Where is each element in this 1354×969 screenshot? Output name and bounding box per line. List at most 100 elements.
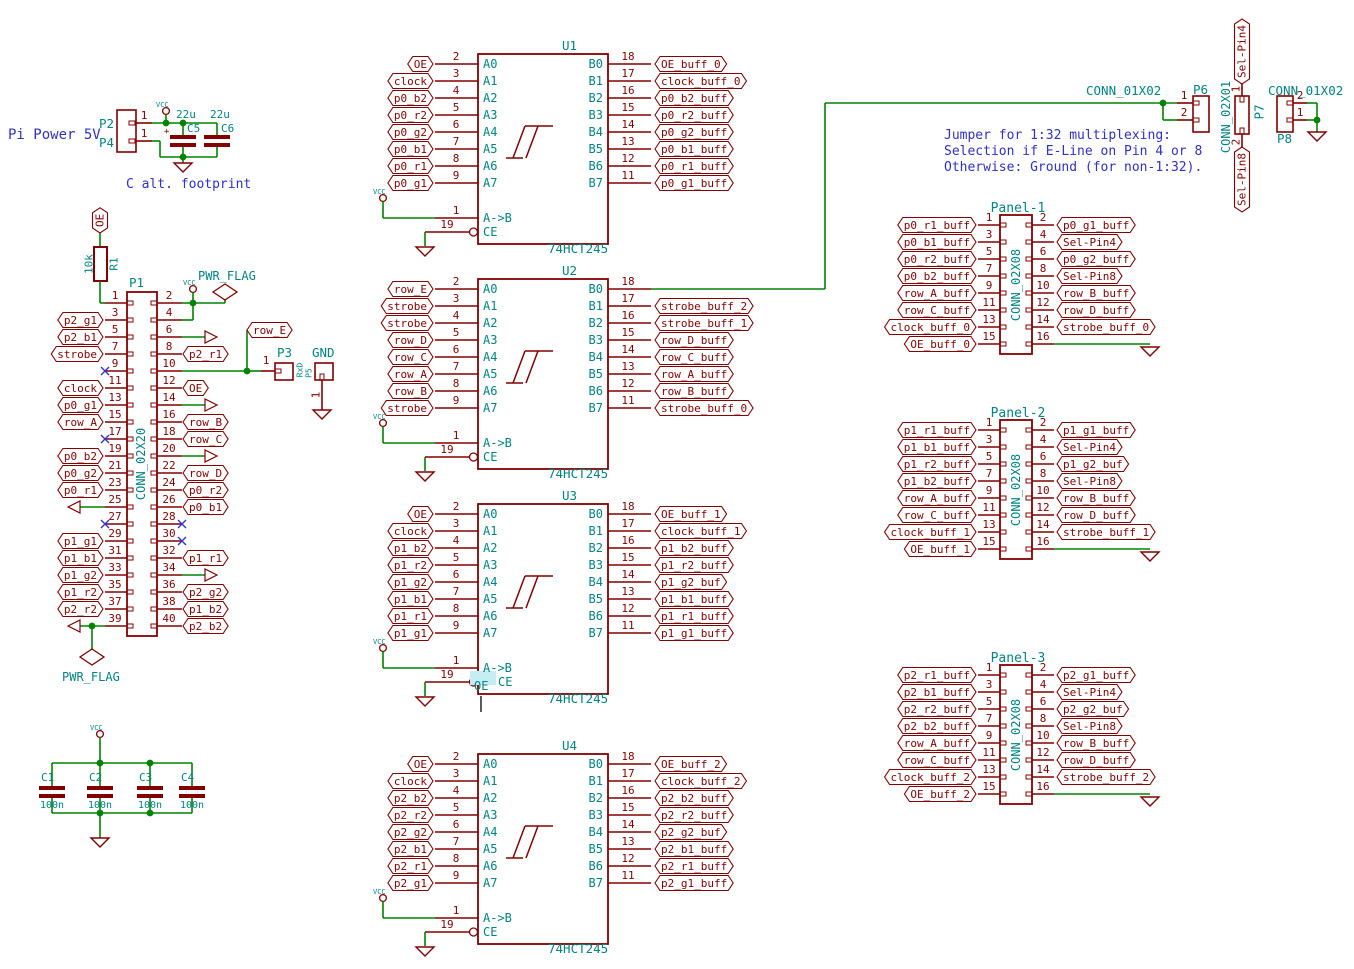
net-label-p2_b2_buff[interactable]: p2_b2_buff	[898, 719, 976, 734]
net-label-p1_b1[interactable]: p1_b1	[58, 551, 103, 566]
ref-p6[interactable]: P6	[1193, 82, 1208, 97]
net-label-clock_buff_2[interactable]: clock_buff_2	[885, 770, 976, 785]
net-label-p2_r1_buff[interactable]: p2_r1_buff	[655, 859, 733, 874]
ref-p2[interactable]: P2	[99, 116, 114, 131]
net-label-p1_r1_buff[interactable]: p1_r1_buff	[898, 423, 976, 438]
net-label-row_A_buff[interactable]: row_A_buff	[898, 491, 976, 506]
net-label-p2_g1_buff[interactable]: p2_g1_buff	[1057, 668, 1135, 683]
net-label-row_D_buff[interactable]: row_D_buff	[1057, 303, 1135, 318]
net-label-strobe[interactable]: strobe	[381, 316, 433, 331]
net-label-strobe[interactable]: strobe	[381, 299, 433, 314]
cap-value[interactable]: 100n	[138, 800, 162, 811]
net-label-p1_g1[interactable]: p1_g1	[388, 626, 433, 641]
net-label-p0_b2[interactable]: p0_b2	[388, 91, 433, 106]
pwr-flag-label[interactable]: PWR_FLAG	[62, 670, 120, 684]
net-label-p0_g2[interactable]: p0_g2	[388, 125, 433, 140]
part-name[interactable]: CONN_02X20	[134, 428, 148, 500]
ref-C1[interactable]: C1	[41, 771, 54, 784]
net-label-strobe[interactable]: strobe	[51, 347, 103, 362]
net-label-p0_r2_buff[interactable]: p0_r2_buff	[898, 252, 976, 267]
net-label-p1_g2_buf[interactable]: p1_g2_buf	[1057, 457, 1129, 472]
ref-p7[interactable]: P7	[1252, 104, 1267, 119]
net-label-row_B_buff[interactable]: row_B_buff	[1057, 736, 1135, 751]
gnd-conn-name[interactable]: GND	[312, 345, 335, 360]
part-name[interactable]: CONN_02X08	[1009, 699, 1023, 771]
ref-U4[interactable]: U4	[562, 738, 577, 753]
net-label-OE_buff_1[interactable]: OE_buff_1	[655, 507, 727, 522]
net-label-p0_g2_buff[interactable]: p0_g2_buff	[1057, 252, 1135, 267]
part-name[interactable]: 74HCT245	[548, 691, 608, 706]
net-label-p1_b2[interactable]: p1_b2	[388, 541, 433, 556]
net-label-Sel-Pin8[interactable]: Sel-Pin8	[1235, 147, 1250, 212]
net-label-p1_r2[interactable]: p1_r2	[388, 558, 433, 573]
net-label-p1_g2[interactable]: p1_g2	[388, 575, 433, 590]
net-label-row_A[interactable]: row_A	[58, 415, 103, 430]
net-label-Sel-Pin8[interactable]: Sel-Pin8	[1057, 474, 1122, 489]
net-label-p1_r1[interactable]: p1_r1	[388, 609, 433, 624]
net-label-p0_g1[interactable]: p0_g1	[58, 398, 103, 413]
net-label-p0_r1_buff[interactable]: p0_r1_buff	[655, 159, 733, 174]
note-pi-power[interactable]: Pi Power 5V	[8, 127, 101, 143]
ref-Panel-3[interactable]: Panel-3	[991, 651, 1046, 666]
net-label-p1_r2_buff[interactable]: p1_r2_buff	[898, 457, 976, 472]
net-label-OE_buff_2[interactable]: OE_buff_2	[655, 757, 727, 772]
ref-U1[interactable]: U1	[562, 38, 577, 53]
net-label-p1_b1[interactable]: p1_b1	[388, 592, 433, 607]
net-label-p0_r1[interactable]: p0_r1	[388, 159, 433, 174]
net-label-p1_b2_buff[interactable]: p1_b2_buff	[898, 474, 976, 489]
net-label-strobe_buff_0[interactable]: strobe_buff_0	[1057, 320, 1155, 335]
cap-value[interactable]: 100n	[88, 800, 112, 811]
net-label-row_A_buff[interactable]: row_A_buff	[898, 286, 976, 301]
net-label-OE_buff_0[interactable]: OE_buff_0	[655, 57, 727, 72]
net-label-OE_buff_2[interactable]: OE_buff_2	[904, 787, 976, 802]
net-label-row_A[interactable]: row_A	[388, 367, 433, 382]
net-label-p1_g2_buf[interactable]: p1_g2_buf	[655, 575, 727, 590]
cap-value[interactable]: 100n	[40, 800, 64, 811]
net-label-row_C_buff[interactable]: row_C_buff	[898, 753, 976, 768]
ref-r1[interactable]: R1	[108, 257, 121, 270]
net-label-p2_r1_buff[interactable]: p2_r1_buff	[898, 668, 976, 683]
ref-c6[interactable]: C6	[221, 122, 234, 135]
net-label-clock_buff_0[interactable]: clock_buff_0	[655, 74, 746, 89]
net-label-strobe_buff_0[interactable]: strobe_buff_0	[655, 401, 753, 416]
net-label-strobe[interactable]: strobe	[381, 401, 433, 416]
net-label-OE[interactable]: OE	[408, 507, 433, 522]
net-label-p0_r2[interactable]: p0_r2	[388, 108, 433, 123]
ref-Panel-2[interactable]: Panel-2	[991, 406, 1046, 421]
net-label-p1_b2_buff[interactable]: p1_b2_buff	[655, 541, 733, 556]
net-label-clock_buff_0[interactable]: clock_buff_0	[885, 320, 976, 335]
net-label-p0_r1[interactable]: p0_r1	[58, 483, 103, 498]
net-label-p1_g1[interactable]: p1_g1	[58, 534, 103, 549]
net-label-clock_buff_2[interactable]: clock_buff_2	[655, 774, 746, 789]
net-label-OE[interactable]: OE	[93, 208, 108, 233]
net-label-strobe_buff_1[interactable]: strobe_buff_1	[655, 316, 753, 331]
part-name[interactable]: CONN_01X02	[1086, 83, 1161, 98]
net-label-row_B[interactable]: row_B	[388, 384, 433, 399]
net-label-OE_buff_0[interactable]: OE_buff_0	[904, 337, 976, 352]
resistor-value[interactable]: 10k	[83, 254, 96, 274]
net-label-row_C_buff[interactable]: row_C_buff	[898, 508, 976, 523]
net-label-Sel-Pin8[interactable]: Sel-Pin8	[1057, 719, 1122, 734]
net-label-row_D[interactable]: row_D	[388, 333, 433, 348]
ref-c5[interactable]: C5	[187, 122, 200, 135]
ref-U2[interactable]: U2	[562, 263, 577, 278]
net-label-p1_g1_buff[interactable]: p1_g1_buff	[655, 626, 733, 641]
net-label-strobe_buff_2[interactable]: strobe_buff_2	[1057, 770, 1155, 785]
cap-value[interactable]: 22u	[176, 108, 196, 121]
net-label-clock[interactable]: clock	[388, 74, 433, 89]
edit-text-oe[interactable]: OE	[474, 679, 488, 693]
net-label-p2_b1_buff[interactable]: p2_b1_buff	[655, 842, 733, 857]
net-label-clock[interactable]: clock	[388, 774, 433, 789]
net-label-p0_b2[interactable]: p0_b2	[58, 449, 103, 464]
ref-p1[interactable]: P1	[129, 275, 144, 290]
net-label-strobe_buff_2[interactable]: strobe_buff_2	[655, 299, 753, 314]
net-label-row_B_buff[interactable]: row_B_buff	[1057, 491, 1135, 506]
cap-value[interactable]: 100n	[180, 800, 204, 811]
net-label-row_D_buff[interactable]: row_D_buff	[1057, 508, 1135, 523]
net-label-row_B_buff[interactable]: row_B_buff	[655, 384, 733, 399]
net-label-OE[interactable]: OE	[408, 757, 433, 772]
pwr-flag-label[interactable]: PWR_FLAG	[198, 269, 256, 283]
net-label-Sel-Pin4[interactable]: Sel-Pin4	[1235, 19, 1250, 84]
net-label-p0_b1[interactable]: p0_b1	[388, 142, 433, 157]
net-label-p2_b2[interactable]: p2_b2	[388, 791, 433, 806]
